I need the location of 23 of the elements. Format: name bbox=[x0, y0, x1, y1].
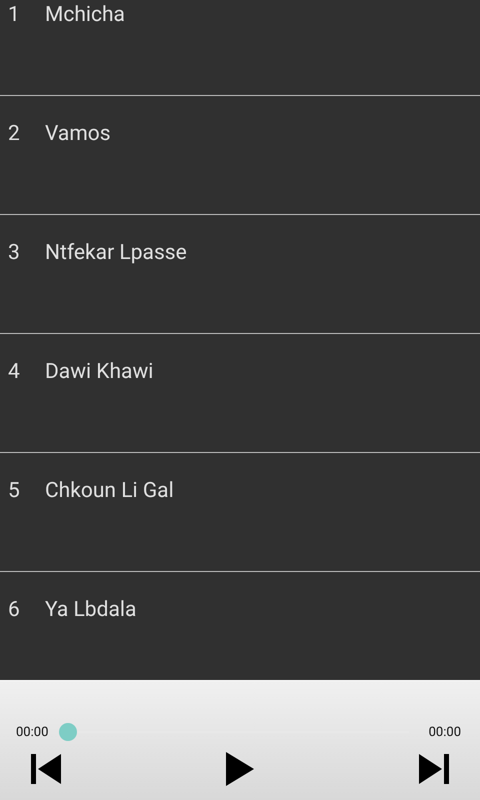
track-number: 3 bbox=[7, 240, 21, 267]
track-title: Vamos bbox=[45, 121, 111, 148]
elapsed-time: 00:00 bbox=[16, 724, 48, 740]
track-number: 4 bbox=[7, 359, 21, 386]
previous-button[interactable] bbox=[30, 753, 62, 785]
total-time: 00:00 bbox=[428, 724, 461, 740]
slider-thumb[interactable] bbox=[59, 723, 78, 741]
next-button[interactable] bbox=[418, 753, 450, 785]
track-number: 5 bbox=[7, 478, 21, 505]
track-title: Dawi Khawi bbox=[45, 359, 154, 386]
track-number: 6 bbox=[7, 597, 21, 624]
track-row[interactable]: 3 Ntfekar Lpasse bbox=[0, 215, 480, 334]
track-title: Chkoun Li Gal bbox=[45, 478, 174, 505]
track-row[interactable]: 4 Dawi Khawi bbox=[0, 334, 480, 453]
track-row[interactable]: 1 Mchicha bbox=[0, 0, 480, 96]
track-number: 1 bbox=[7, 2, 21, 29]
track-row[interactable]: 5 Chkoun Li Gal bbox=[0, 453, 480, 572]
track-title: Ntfekar Lpasse bbox=[45, 240, 187, 267]
track-number: 2 bbox=[7, 121, 21, 148]
track-row[interactable]: 2 Vamos bbox=[0, 96, 480, 215]
track-title: Mchicha bbox=[45, 2, 125, 29]
track-title: Ya Lbdala bbox=[45, 597, 136, 624]
play-button[interactable] bbox=[225, 751, 255, 787]
